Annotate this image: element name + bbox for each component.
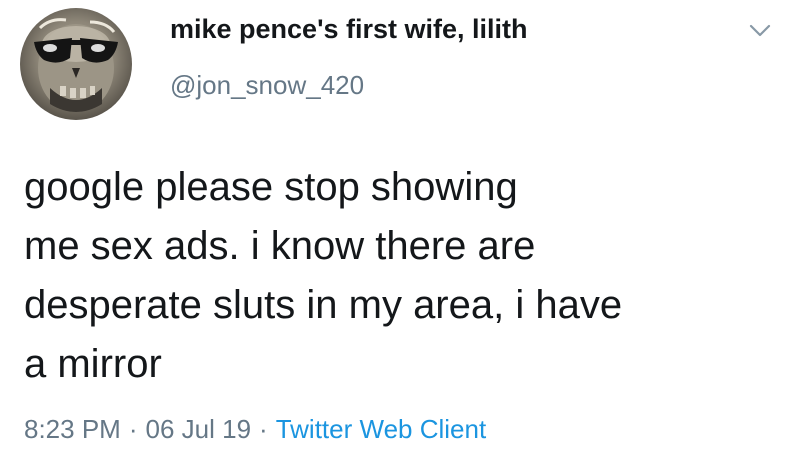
avatar[interactable] xyxy=(20,8,132,120)
display-name[interactable]: mike pence's first wife, lilith xyxy=(170,14,528,45)
tweet-text-line: a mirror xyxy=(24,342,162,386)
meta-separator: · xyxy=(128,414,138,444)
avatar-image xyxy=(34,18,118,112)
meta-separator: · xyxy=(259,414,268,444)
tweet-client-link[interactable]: Twitter Web Client xyxy=(276,414,486,444)
tweet-date[interactable]: 06 Jul 19 xyxy=(146,414,252,444)
tweet-metadata: 8:23 PM · 06 Jul 19 · Twitter Web Client xyxy=(24,414,486,445)
user-handle[interactable]: @jon_snow_420 xyxy=(170,70,364,101)
tweet-text-line: me sex ads. i know there are xyxy=(24,224,536,268)
tweet-time[interactable]: 8:23 PM xyxy=(24,414,121,444)
tweet-text-line: google please stop showing xyxy=(24,165,518,209)
chevron-down-icon[interactable] xyxy=(748,22,772,40)
tweet-text: google please stop showing me sex ads. i… xyxy=(24,158,764,394)
tweet-card: mike pence's first wife, lilith @jon_sno… xyxy=(0,0,787,471)
tweet-text-line: desperate sluts in my area, i have xyxy=(24,283,623,327)
